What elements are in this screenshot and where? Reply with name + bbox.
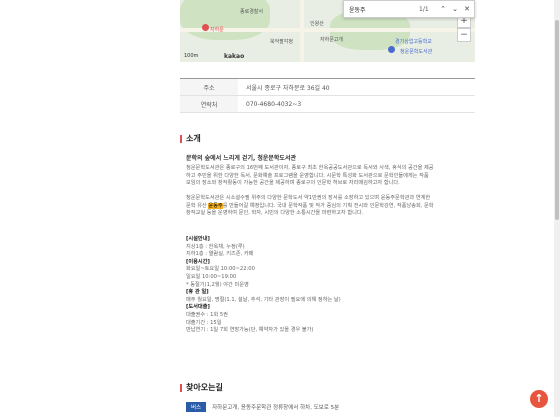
scroll-top-button[interactable]: ↑: [530, 390, 548, 408]
map-park-area: [180, 0, 270, 40]
map-label: 자하문: [210, 27, 224, 33]
intro-subtitle: 문학의 숲에서 느리게 걷기, 청운문학도서관: [186, 155, 296, 162]
map-label: 북악팔각정: [270, 39, 294, 45]
table-row: 주소 서울시 종로구 자하문로 36길 40: [180, 79, 475, 96]
paragraph-line: 창작교실 등을 운영하여 문인, 학자, 시민의 다양한 소통시간을 마련하고자…: [186, 210, 364, 217]
bus-directions: 버스 자하문고개, 윤동주문학관 정류장에서 하차, 도보로 5분: [186, 402, 339, 412]
map-pin-icon[interactable]: [388, 46, 395, 53]
hours-line: * 동절기(1,2월) 야간 미운영: [186, 281, 249, 288]
loan-heading: [도서대출]: [186, 304, 210, 311]
intro-heading: 소개: [180, 133, 201, 144]
intro-paragraph-1: 청운문학도서관은 종로구의 16번째 도서관이자, 종로구 최초 한옥공공도서관…: [186, 165, 476, 188]
text-fragment: 를 만들어갈 예정입니다. 국내 문학작품 및 작가 중심의 기획 전시와 인문…: [222, 202, 434, 209]
heading-bar: [180, 383, 182, 392]
table-row: 연락처 070-4680-4032~3: [180, 96, 475, 113]
facility-heading: [시설안내]: [186, 236, 210, 242]
paragraph-line: 청운문학도서관은 종로구의 16번째 도서관이자, 종로구 최초 한옥공공도서관…: [186, 165, 434, 171]
facility-line: 지하1층 : 열람실, 키즈존, 카페: [186, 251, 254, 258]
hours-line: 화요일~토요일 10:00~22:00: [186, 266, 255, 273]
hours-line: 일요일 10:00~19:00: [186, 273, 237, 280]
map-scale: 100m: [184, 53, 199, 59]
map-label: 청운문학도서관: [400, 49, 433, 55]
intro-paragraph-2: 청운문학도서관은 시소설수필 위주의 다양한 문학도서 약1만권의 장서를 소장…: [186, 195, 476, 218]
paragraph-line: 청운문학도서관은 시소설수필 위주의 다양한 문학도서 약1만권의 장서를 소장…: [186, 195, 431, 201]
info-table: 주소 서울시 종로구 자하문로 36길 40 연락처 070-4680-4032…: [180, 78, 475, 113]
loan-line: 반납연기 : 1일 7회 연장가능(단, 예약자가 있을 경우 불가): [186, 327, 314, 334]
map-pin-icon[interactable]: [202, 24, 209, 31]
facility-info: [시설안내] 지상1층 : 한옥채, 누정(루) 지하1층 : 열람실, 키즈존…: [186, 236, 476, 335]
scrollbar[interactable]: [554, 0, 560, 417]
find-input[interactable]: 윤동주: [349, 5, 419, 14]
address-label: 주소: [180, 79, 238, 95]
directions-heading: 찾아오는길: [180, 382, 223, 393]
map-label: 자하문고개: [320, 37, 344, 43]
scrollbar-thumb[interactable]: [555, 20, 559, 220]
phone-value: 070-4680-4032~3: [246, 100, 302, 108]
loan-line: 대출권수 : 1회 5권: [186, 311, 228, 318]
find-in-page-bar: 윤동주 1/1 ⌃ ⌄ ✕: [343, 0, 475, 18]
phone-label: 연락처: [180, 96, 238, 112]
closed-heading: [휴 관 일]: [186, 289, 209, 296]
bus-tag: 버스: [186, 402, 207, 412]
directions-title: 찾아오는길: [186, 383, 223, 392]
map-label: 인왕산: [310, 21, 324, 27]
zoom-out-button[interactable]: −: [457, 28, 471, 42]
map-label: 종로경찰서: [240, 9, 264, 15]
bus-text: 자하문고개, 윤동주문학관 정류장에서 하차, 도보로 5분: [212, 405, 340, 411]
kakao-logo: kakao: [224, 53, 245, 60]
text-fragment: 문학 유산: [186, 202, 209, 209]
find-next-button[interactable]: ⌄: [449, 5, 461, 13]
paragraph-line: 모임의 장소와 창작활동이 가능한 공간을 제공하며 종로구의 인문학 허브로 …: [186, 180, 400, 187]
map-road: [180, 28, 475, 32]
map-label: 경기상업고등학교: [395, 39, 432, 45]
loan-line: 대출기간 : 15일: [186, 319, 222, 326]
find-prev-button[interactable]: ⌃: [437, 5, 449, 13]
map-road-2: [300, 0, 304, 62]
address-value: 서울시 종로구 자하문로 36길 40: [246, 84, 330, 92]
search-highlight: 윤동주: [208, 202, 223, 209]
intro-title: 소개: [186, 134, 201, 143]
closed-line: 매주 월요일, 명절(1.1, 설날, 추석, 기타 관장이 필요에 의해 정하…: [186, 296, 341, 303]
find-close-button[interactable]: ✕: [461, 5, 473, 13]
heading-bar: [180, 134, 182, 143]
find-count: 1/1: [419, 5, 429, 13]
